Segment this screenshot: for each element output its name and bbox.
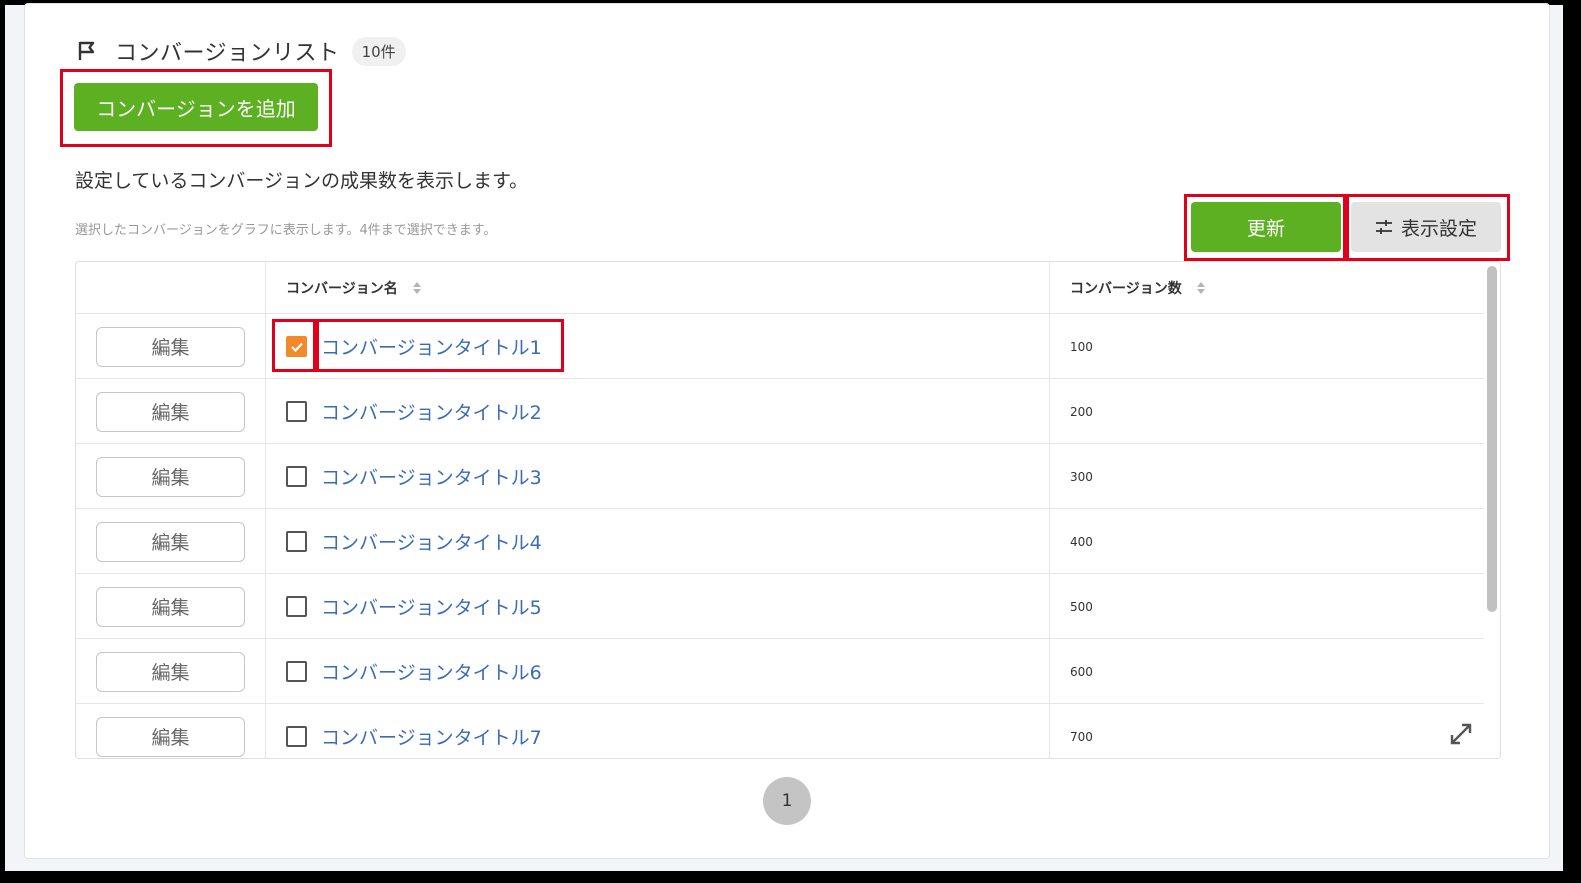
highlight-box [316, 319, 564, 372]
highlight-box [1184, 194, 1346, 261]
conversion-name-link[interactable]: コンバージョンタイトル5 [321, 593, 542, 620]
table-row: 編集 コンバージョンタイトル7 700 [76, 704, 1484, 758]
highlight-box [1346, 194, 1510, 261]
scrollbar-thumb[interactable] [1487, 266, 1497, 612]
name-cell: コンバージョンタイトル6 [266, 639, 1050, 704]
highlight-box [272, 319, 316, 372]
edit-cell: 編集 [76, 314, 266, 379]
count-cell: 200 [1050, 379, 1484, 444]
table-header: コンバージョン名 コンバージョン数 [76, 262, 1484, 314]
flag-icon [78, 41, 95, 60]
edit-cell: 編集 [76, 509, 266, 574]
highlight-box [60, 69, 332, 147]
name-cell: コンバージョンタイトル5 [266, 574, 1050, 639]
edit-cell: 編集 [76, 444, 266, 509]
count-badge: 10件 [351, 36, 406, 66]
select-checkbox[interactable] [286, 401, 307, 422]
edit-cell: 編集 [76, 379, 266, 444]
conversion-name-link[interactable]: コンバージョンタイトル4 [321, 528, 542, 555]
count-cell: 400 [1050, 509, 1484, 574]
name-cell: コンバージョンタイトル4 [266, 509, 1050, 574]
column-header-count[interactable]: コンバージョン数 [1050, 262, 1484, 314]
column-header-label: コンバージョン名 [286, 281, 398, 297]
hint-text: 選択したコンバージョンをグラフに表示します。4件まで選択できます。 [75, 223, 497, 238]
conversion-count: 400 [1070, 534, 1093, 549]
name-cell: コンバージョンタイトル2 [266, 379, 1050, 444]
edit-button[interactable]: 編集 [96, 521, 245, 562]
sort-icon[interactable] [412, 281, 422, 295]
table-row: 編集 コンバージョンタイトル5 500 [76, 574, 1484, 639]
edit-cell: 編集 [76, 704, 266, 758]
table-row: 編集 コンバージョンタイトル3 300 [76, 444, 1484, 509]
select-checkbox[interactable] [286, 661, 307, 682]
edit-button[interactable]: 編集 [96, 391, 245, 432]
title-row: コンバージョンリスト 10件 [77, 34, 406, 68]
table-row: 編集 コンバージョンタイトル2 200 [76, 379, 1484, 444]
edit-cell: 編集 [76, 574, 266, 639]
conversion-name-link[interactable]: コンバージョンタイトル7 [321, 723, 542, 750]
conversion-name-link[interactable]: コンバージョンタイトル3 [321, 463, 542, 490]
count-cell: 500 [1050, 574, 1484, 639]
edit-button[interactable]: 編集 [96, 651, 245, 692]
select-checkbox[interactable] [286, 726, 307, 747]
app-frame: コンバージョンリスト 10件 コンバージョンを追加 設定しているコンバージョンの… [5, 3, 1563, 871]
expand-icon[interactable] [1449, 722, 1473, 746]
page-title: コンバージョンリスト [115, 41, 340, 66]
edit-cell: 編集 [76, 639, 266, 704]
edit-button[interactable]: 編集 [96, 456, 245, 497]
count-cell: 300 [1050, 444, 1484, 509]
edit-button[interactable]: 編集 [96, 716, 245, 757]
table-row: 編集 コンバージョンタイトル6 600 [76, 639, 1484, 704]
column-header-name[interactable]: コンバージョン名 [266, 262, 1050, 314]
conversion-count: 300 [1070, 469, 1093, 484]
table-row: 編集 コンバージョンタイトル4 400 [76, 509, 1484, 574]
select-checkbox[interactable] [286, 596, 307, 617]
description-text: 設定しているコンバージョンの成果数を表示します。 [75, 170, 529, 192]
page-button-1[interactable]: 1 [763, 777, 811, 825]
edit-button[interactable]: 編集 [96, 326, 245, 367]
conversion-count: 100 [1070, 339, 1093, 354]
column-header-label: コンバージョン数 [1070, 281, 1182, 297]
count-cell: 100 [1050, 314, 1484, 379]
name-cell: コンバージョンタイトル7 [266, 704, 1050, 758]
count-cell: 600 [1050, 639, 1484, 704]
conversion-count: 500 [1070, 599, 1093, 614]
select-checkbox[interactable] [286, 466, 307, 487]
select-checkbox[interactable] [286, 531, 307, 552]
edit-button[interactable]: 編集 [96, 586, 245, 627]
conversion-count: 200 [1070, 404, 1093, 419]
conversion-name-link[interactable]: コンバージョンタイトル6 [321, 658, 542, 685]
conversion-count: 700 [1070, 729, 1093, 744]
conversion-card: コンバージョンリスト 10件 コンバージョンを追加 設定しているコンバージョンの… [24, 3, 1550, 859]
count-cell: 700 [1050, 704, 1484, 758]
conversion-name-link[interactable]: コンバージョンタイトル2 [321, 398, 542, 425]
name-cell: コンバージョンタイトル3 [266, 444, 1050, 509]
conversion-count: 600 [1070, 664, 1093, 679]
sort-icon[interactable] [1196, 281, 1206, 295]
column-header-actions [76, 262, 266, 314]
